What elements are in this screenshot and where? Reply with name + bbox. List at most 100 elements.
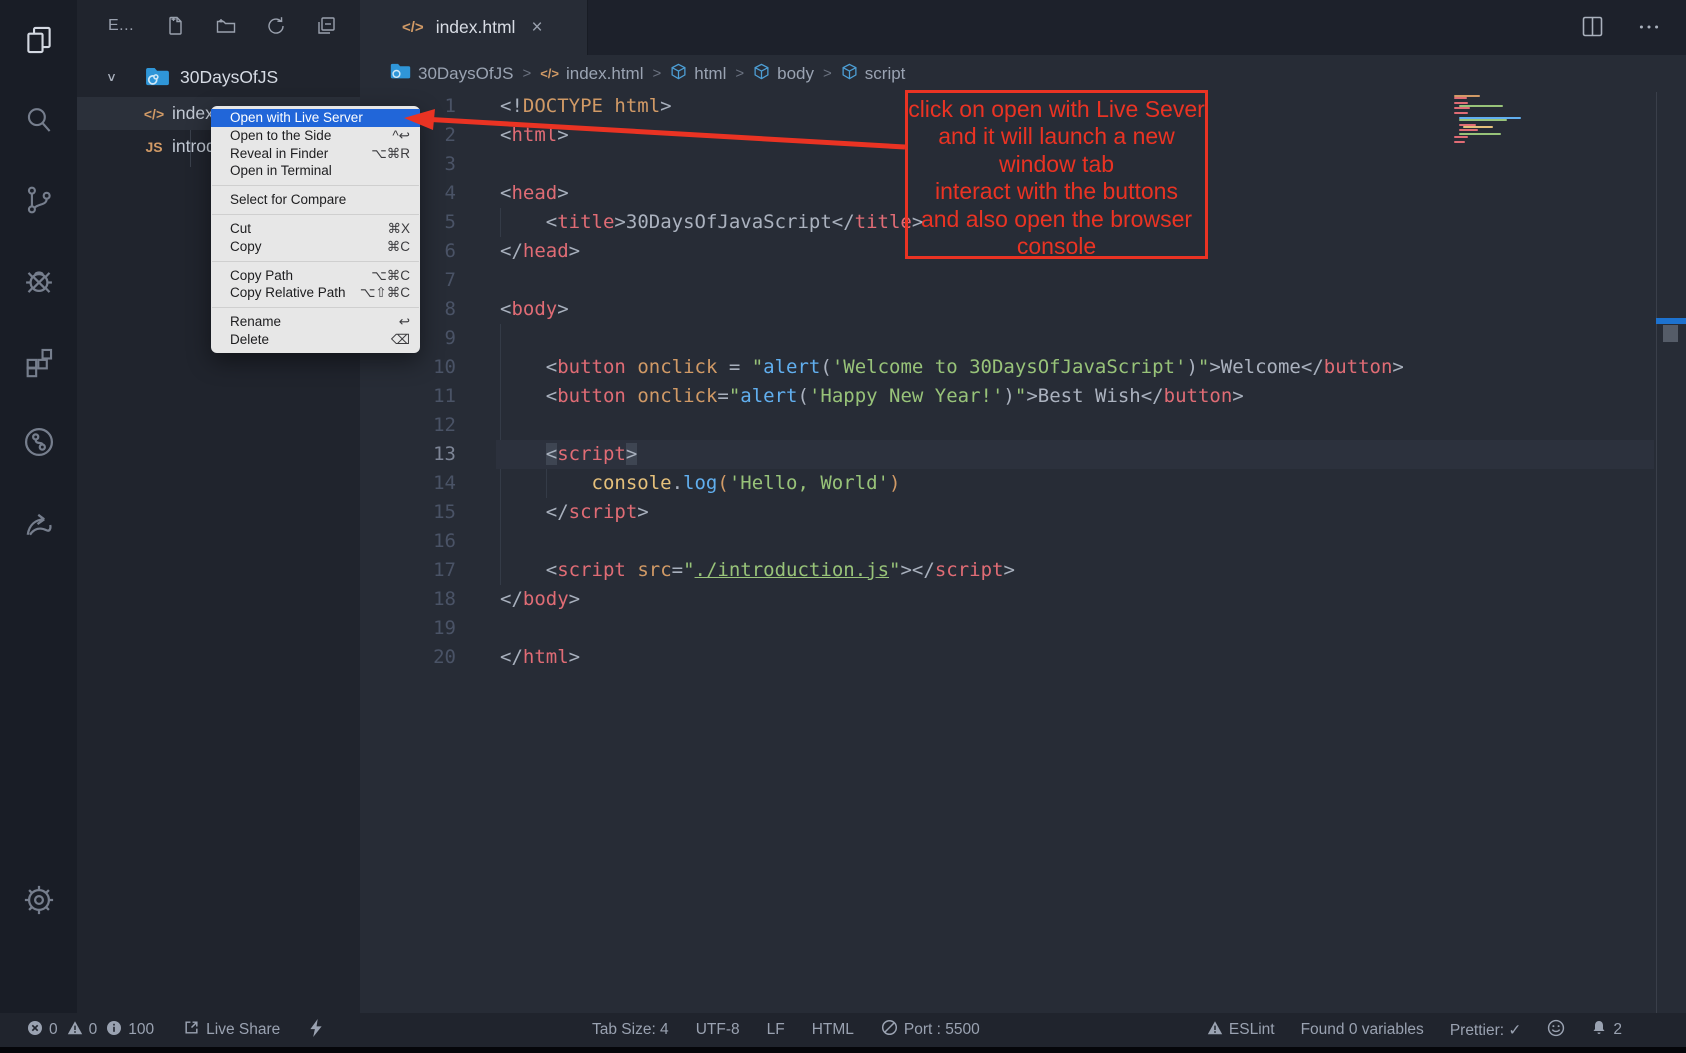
menu-item-open-to-the-side[interactable]: Open to the Side^↩ [211,127,420,145]
code-text: <script> [500,440,637,469]
status-label: 2 [1613,1021,1622,1039]
menu-divider [212,261,419,262]
code-text: <html> [500,121,569,150]
tab-label: index.html [436,17,516,38]
breadcrumb-item-index.html[interactable]: </>index.html [540,64,643,84]
breadcrumb-label: index.html [566,64,643,84]
code-line-14[interactable]: 14 console.log('Hello, World') [360,469,1686,498]
tab-index-html[interactable]: </> index.html × [360,0,588,55]
status-label: HTML [812,1021,854,1039]
menu-item-open-with-live-server[interactable]: Open with Live Server [211,109,420,127]
menu-divider [212,214,419,215]
code-line-9[interactable]: 9 [360,324,1686,353]
line-number: 11 [360,382,456,411]
breadcrumb-separator: > [823,65,832,82]
minimap[interactable] [1454,95,1546,143]
status-item-2[interactable]: 2 [1591,1019,1622,1041]
html-file-icon: </> [402,19,424,36]
status-item-smiley-icon[interactable] [1547,1019,1565,1042]
breadcrumb-label: script [865,64,906,84]
source-control-icon[interactable] [0,172,77,228]
settings-gear-icon[interactable] [0,872,77,928]
breadcrumb-item-html[interactable]: html [670,63,726,85]
line-number: 20 [360,643,456,672]
refresh-icon[interactable] [264,14,288,43]
status-item-port-5500[interactable]: Port : 5500 [881,1019,980,1041]
menu-item-rename[interactable]: Rename↩ [211,313,420,331]
code-text: <title>30DaysOfJavaScript</title> [500,208,923,237]
status-label: 100 [128,1021,154,1039]
code-line-8[interactable]: 8<body> [360,295,1686,324]
folder-row-30daysofjs[interactable]: ∨ 30DaysOfJS [77,58,360,96]
context-menu: Open with Live ServerOpen to the Side^↩R… [211,106,420,353]
status-item-0[interactable]: 0 [67,1020,98,1041]
folder-icon [390,63,411,85]
menu-item-copy-path[interactable]: Copy Path⌥⌘C [211,267,420,285]
status-item-html[interactable]: HTML [812,1021,854,1039]
debug-icon[interactable] [0,253,77,309]
new-file-icon[interactable] [164,14,188,43]
close-tab-icon[interactable]: × [531,17,542,39]
menu-item-delete[interactable]: Delete⌫ [211,331,420,349]
scrollbar-track[interactable] [1656,92,1686,1013]
scrollbar-thumb[interactable] [1663,325,1678,342]
status-item-live-share[interactable]: Live Share [183,1019,280,1041]
annotation-line: window tab [908,151,1205,178]
new-folder-icon[interactable] [214,14,238,43]
breadcrumb-item-script[interactable]: script [841,63,906,85]
code-line-11[interactable]: 11 <button onclick="alert('Happy New Yea… [360,382,1686,411]
menu-item-select-for-compare[interactable]: Select for Compare [211,191,420,209]
breadcrumb-item-30DaysOfJS[interactable]: 30DaysOfJS [390,63,513,85]
smiley-icon [1547,1019,1565,1042]
menu-item-cut[interactable]: Cut⌘X [211,220,420,238]
status-item-found-0-variables[interactable]: Found 0 variables [1301,1021,1424,1039]
collapse-all-icon[interactable] [314,14,338,43]
explorer-icon[interactable] [0,12,77,68]
code-line-10[interactable]: 10 <button onclick = "alert('Welcome to … [360,353,1686,382]
code-line-20[interactable]: 20 </html> [360,643,1686,672]
code-line-13[interactable]: 13 <script> [360,440,1686,469]
status-item-100[interactable]: 100 [106,1020,154,1041]
code-line-17[interactable]: 17 <script src="./introduction.js"></scr… [360,556,1686,585]
breadcrumb-separator: > [652,65,661,82]
breadcrumb-label: html [694,64,726,84]
code-text: <!DOCTYPE html> [500,92,672,121]
code-line-12[interactable]: 12 [360,411,1686,440]
code-text: <body> [500,295,569,324]
menu-item-reveal-in-finder[interactable]: Reveal in Finder⌥⌘R [211,145,420,163]
code-line-16[interactable]: 16 [360,527,1686,556]
status-item-0[interactable]: 0 [27,1020,58,1041]
menu-item-copy-relative-path[interactable]: Copy Relative Path⌥⇧⌘C [211,284,420,302]
feedback-icon[interactable] [0,494,77,550]
status-item-lightning-icon[interactable] [309,1019,323,1042]
port-icon [881,1019,898,1041]
more-actions-icon[interactable] [1636,14,1662,45]
live-share-icon[interactable] [0,414,77,470]
status-item-utf-8[interactable]: UTF-8 [696,1021,740,1039]
breadcrumb-label: 30DaysOfJS [418,64,513,84]
code-line-18[interactable]: 18</body> [360,585,1686,614]
annotation-line: click on open with Live Sever [908,96,1205,123]
code-line-15[interactable]: 15 </script> [360,498,1686,527]
menu-item-open-in-terminal[interactable]: Open in Terminal [211,162,420,180]
breadcrumb-item-body[interactable]: body [753,63,814,85]
code-line-19[interactable]: 19 [360,614,1686,643]
status-label: UTF-8 [696,1021,740,1039]
status-item-lf[interactable]: LF [767,1021,785,1039]
code-line-7[interactable]: 7 [360,266,1686,295]
status-label: Found 0 variables [1301,1021,1424,1039]
code-text: </head> [500,237,580,266]
code-text: <script src="./introduction.js"></script… [500,556,1015,585]
menu-item-copy[interactable]: Copy⌘C [211,238,420,256]
bell-icon [1591,1019,1607,1041]
code-text: </html> [500,643,580,672]
extensions-icon[interactable] [0,334,77,390]
info-icon [106,1020,122,1041]
search-icon[interactable] [0,92,77,148]
split-editor-icon[interactable] [1579,13,1606,45]
status-item-prettier-[interactable]: Prettier: ✓ [1450,1021,1522,1040]
status-label: Live Share [206,1021,280,1039]
code-text: <button onclick="alert('Happy New Year!'… [500,382,1244,411]
status-item-tab-size-4[interactable]: Tab Size: 4 [592,1021,669,1039]
status-item-eslint[interactable]: ESLint [1207,1020,1275,1041]
